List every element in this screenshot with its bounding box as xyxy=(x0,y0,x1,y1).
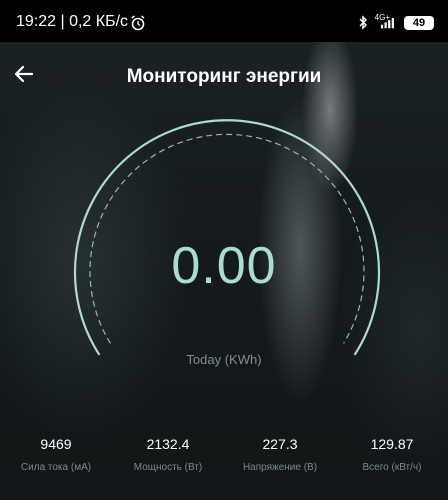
stat-current-label: Сила тока (мА) xyxy=(20,462,92,473)
status-bar: 19:22 | 0,2 КБ/с 4G+ 49 xyxy=(0,0,448,42)
stat-power-value: 2132.4 xyxy=(146,436,190,452)
stat-voltage: 227.3 Напряжение (В) xyxy=(224,436,336,473)
gauge-label: Today (KWh) xyxy=(186,352,262,367)
stat-current-value: 9469 xyxy=(40,436,72,452)
battery-icon: 49 xyxy=(404,16,434,30)
gauge-value: 0.00 xyxy=(171,237,277,295)
page-title: Мониторинг энергии xyxy=(126,66,322,87)
status-time-speed: 19:22 | 0,2 КБ/с xyxy=(16,13,129,30)
stat-voltage-value: 227.3 xyxy=(262,436,298,452)
alarm-icon xyxy=(131,15,145,31)
stat-power-label: Мощность (Вт) xyxy=(133,462,203,473)
stat-total-label: Всего (кВт/ч) xyxy=(362,462,422,473)
stat-total-value: 129.87 xyxy=(370,436,414,452)
bluetooth-icon xyxy=(359,15,368,30)
stat-voltage-label: Напряжение (В) xyxy=(242,462,318,473)
signal-icon xyxy=(380,17,394,29)
stat-power: 2132.4 Мощность (Вт) xyxy=(112,436,224,473)
stat-total: 129.87 Всего (кВт/ч) xyxy=(336,436,448,473)
stat-current: 9469 Сила тока (мА) xyxy=(0,436,112,473)
